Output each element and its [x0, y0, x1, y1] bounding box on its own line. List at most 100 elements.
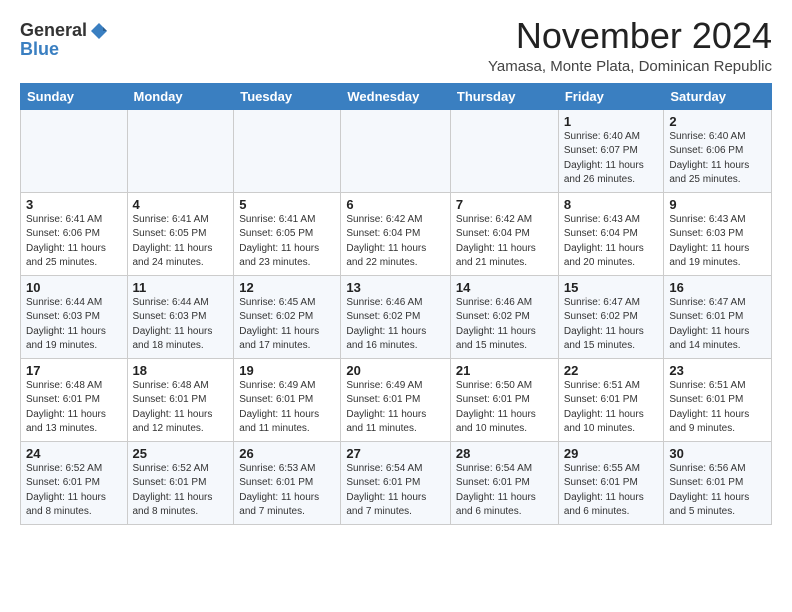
logo-icon [89, 21, 109, 41]
day-info: Sunrise: 6:48 AMSunset: 6:01 PMDaylight:… [26, 379, 122, 437]
day-number: 10 [26, 280, 122, 295]
calendar-day-28: 28Sunrise: 6:54 AMSunset: 6:01 PMDayligh… [450, 441, 558, 524]
day-info: Sunrise: 6:41 AMSunset: 6:05 PMDaylight:… [239, 213, 335, 271]
calendar-day-19: 19Sunrise: 6:49 AMSunset: 6:01 PMDayligh… [234, 358, 341, 441]
day-number: 27 [346, 446, 445, 461]
day-info: Sunrise: 6:51 AMSunset: 6:01 PMDaylight:… [564, 379, 659, 437]
location-subtitle: Yamasa, Monte Plata, Dominican Republic [488, 58, 772, 75]
day-info: Sunrise: 6:44 AMSunset: 6:03 PMDaylight:… [26, 296, 122, 354]
day-number: 5 [239, 197, 335, 212]
calendar-page: General Blue November 2024 Yamasa, Monte… [0, 0, 792, 541]
calendar-day-24: 24Sunrise: 6:52 AMSunset: 6:01 PMDayligh… [21, 441, 128, 524]
day-info: Sunrise: 6:47 AMSunset: 6:01 PMDaylight:… [669, 296, 766, 354]
day-number: 12 [239, 280, 335, 295]
day-number: 26 [239, 446, 335, 461]
day-info: Sunrise: 6:47 AMSunset: 6:02 PMDaylight:… [564, 296, 659, 354]
calendar-day-14: 14Sunrise: 6:46 AMSunset: 6:02 PMDayligh… [450, 275, 558, 358]
day-number: 19 [239, 363, 335, 378]
page-header: General Blue November 2024 Yamasa, Monte… [20, 16, 772, 75]
day-info: Sunrise: 6:48 AMSunset: 6:01 PMDaylight:… [133, 379, 229, 437]
title-block: November 2024 Yamasa, Monte Plata, Domin… [488, 16, 772, 75]
calendar-day-17: 17Sunrise: 6:48 AMSunset: 6:01 PMDayligh… [21, 358, 128, 441]
day-info: Sunrise: 6:42 AMSunset: 6:04 PMDaylight:… [346, 213, 445, 271]
day-number: 28 [456, 446, 553, 461]
calendar-day-1: 1Sunrise: 6:40 AMSunset: 6:07 PMDaylight… [558, 109, 664, 192]
calendar-day-9: 9Sunrise: 6:43 AMSunset: 6:03 PMDaylight… [664, 192, 772, 275]
weekday-header-friday: Friday [558, 83, 664, 109]
day-info: Sunrise: 6:53 AMSunset: 6:01 PMDaylight:… [239, 462, 335, 520]
day-info: Sunrise: 6:46 AMSunset: 6:02 PMDaylight:… [346, 296, 445, 354]
calendar-day-15: 15Sunrise: 6:47 AMSunset: 6:02 PMDayligh… [558, 275, 664, 358]
weekday-header-thursday: Thursday [450, 83, 558, 109]
logo-general: General [20, 20, 87, 41]
calendar-day-16: 16Sunrise: 6:47 AMSunset: 6:01 PMDayligh… [664, 275, 772, 358]
calendar-empty-cell [234, 109, 341, 192]
day-number: 4 [133, 197, 229, 212]
day-number: 24 [26, 446, 122, 461]
day-info: Sunrise: 6:40 AMSunset: 6:07 PMDaylight:… [564, 130, 659, 188]
calendar-week-row: 3Sunrise: 6:41 AMSunset: 6:06 PMDaylight… [21, 192, 772, 275]
calendar-day-3: 3Sunrise: 6:41 AMSunset: 6:06 PMDaylight… [21, 192, 128, 275]
day-info: Sunrise: 6:41 AMSunset: 6:05 PMDaylight:… [133, 213, 229, 271]
day-number: 11 [133, 280, 229, 295]
day-number: 15 [564, 280, 659, 295]
day-number: 7 [456, 197, 553, 212]
day-info: Sunrise: 6:54 AMSunset: 6:01 PMDaylight:… [456, 462, 553, 520]
day-info: Sunrise: 6:40 AMSunset: 6:06 PMDaylight:… [669, 130, 766, 188]
calendar-empty-cell [127, 109, 234, 192]
day-number: 14 [456, 280, 553, 295]
calendar-day-18: 18Sunrise: 6:48 AMSunset: 6:01 PMDayligh… [127, 358, 234, 441]
calendar-day-13: 13Sunrise: 6:46 AMSunset: 6:02 PMDayligh… [341, 275, 451, 358]
day-info: Sunrise: 6:50 AMSunset: 6:01 PMDaylight:… [456, 379, 553, 437]
calendar-week-row: 1Sunrise: 6:40 AMSunset: 6:07 PMDaylight… [21, 109, 772, 192]
day-info: Sunrise: 6:41 AMSunset: 6:06 PMDaylight:… [26, 213, 122, 271]
calendar-day-4: 4Sunrise: 6:41 AMSunset: 6:05 PMDaylight… [127, 192, 234, 275]
day-number: 21 [456, 363, 553, 378]
day-number: 22 [564, 363, 659, 378]
calendar-day-29: 29Sunrise: 6:55 AMSunset: 6:01 PMDayligh… [558, 441, 664, 524]
month-title: November 2024 [488, 16, 772, 56]
calendar-empty-cell [450, 109, 558, 192]
day-number: 30 [669, 446, 766, 461]
weekday-header-wednesday: Wednesday [341, 83, 451, 109]
calendar-day-10: 10Sunrise: 6:44 AMSunset: 6:03 PMDayligh… [21, 275, 128, 358]
calendar-day-11: 11Sunrise: 6:44 AMSunset: 6:03 PMDayligh… [127, 275, 234, 358]
day-info: Sunrise: 6:49 AMSunset: 6:01 PMDaylight:… [346, 379, 445, 437]
calendar-week-row: 10Sunrise: 6:44 AMSunset: 6:03 PMDayligh… [21, 275, 772, 358]
calendar-table: SundayMondayTuesdayWednesdayThursdayFrid… [20, 83, 772, 525]
day-info: Sunrise: 6:45 AMSunset: 6:02 PMDaylight:… [239, 296, 335, 354]
weekday-header-saturday: Saturday [664, 83, 772, 109]
calendar-day-2: 2Sunrise: 6:40 AMSunset: 6:06 PMDaylight… [664, 109, 772, 192]
day-info: Sunrise: 6:44 AMSunset: 6:03 PMDaylight:… [133, 296, 229, 354]
day-info: Sunrise: 6:56 AMSunset: 6:01 PMDaylight:… [669, 462, 766, 520]
day-info: Sunrise: 6:52 AMSunset: 6:01 PMDaylight:… [133, 462, 229, 520]
weekday-header-row: SundayMondayTuesdayWednesdayThursdayFrid… [21, 83, 772, 109]
calendar-day-27: 27Sunrise: 6:54 AMSunset: 6:01 PMDayligh… [341, 441, 451, 524]
day-info: Sunrise: 6:46 AMSunset: 6:02 PMDaylight:… [456, 296, 553, 354]
day-number: 16 [669, 280, 766, 295]
calendar-day-21: 21Sunrise: 6:50 AMSunset: 6:01 PMDayligh… [450, 358, 558, 441]
day-info: Sunrise: 6:52 AMSunset: 6:01 PMDaylight:… [26, 462, 122, 520]
day-info: Sunrise: 6:54 AMSunset: 6:01 PMDaylight:… [346, 462, 445, 520]
calendar-week-row: 17Sunrise: 6:48 AMSunset: 6:01 PMDayligh… [21, 358, 772, 441]
logo-blue: Blue [20, 39, 59, 60]
day-number: 17 [26, 363, 122, 378]
calendar-empty-cell [341, 109, 451, 192]
day-info: Sunrise: 6:43 AMSunset: 6:03 PMDaylight:… [669, 213, 766, 271]
day-info: Sunrise: 6:43 AMSunset: 6:04 PMDaylight:… [564, 213, 659, 271]
calendar-empty-cell [21, 109, 128, 192]
day-info: Sunrise: 6:51 AMSunset: 6:01 PMDaylight:… [669, 379, 766, 437]
day-info: Sunrise: 6:42 AMSunset: 6:04 PMDaylight:… [456, 213, 553, 271]
weekday-header-tuesday: Tuesday [234, 83, 341, 109]
day-number: 2 [669, 114, 766, 129]
day-number: 18 [133, 363, 229, 378]
day-number: 25 [133, 446, 229, 461]
day-info: Sunrise: 6:55 AMSunset: 6:01 PMDaylight:… [564, 462, 659, 520]
logo: General Blue [20, 20, 109, 60]
calendar-day-6: 6Sunrise: 6:42 AMSunset: 6:04 PMDaylight… [341, 192, 451, 275]
day-info: Sunrise: 6:49 AMSunset: 6:01 PMDaylight:… [239, 379, 335, 437]
day-number: 3 [26, 197, 122, 212]
calendar-day-22: 22Sunrise: 6:51 AMSunset: 6:01 PMDayligh… [558, 358, 664, 441]
weekday-header-sunday: Sunday [21, 83, 128, 109]
calendar-week-row: 24Sunrise: 6:52 AMSunset: 6:01 PMDayligh… [21, 441, 772, 524]
